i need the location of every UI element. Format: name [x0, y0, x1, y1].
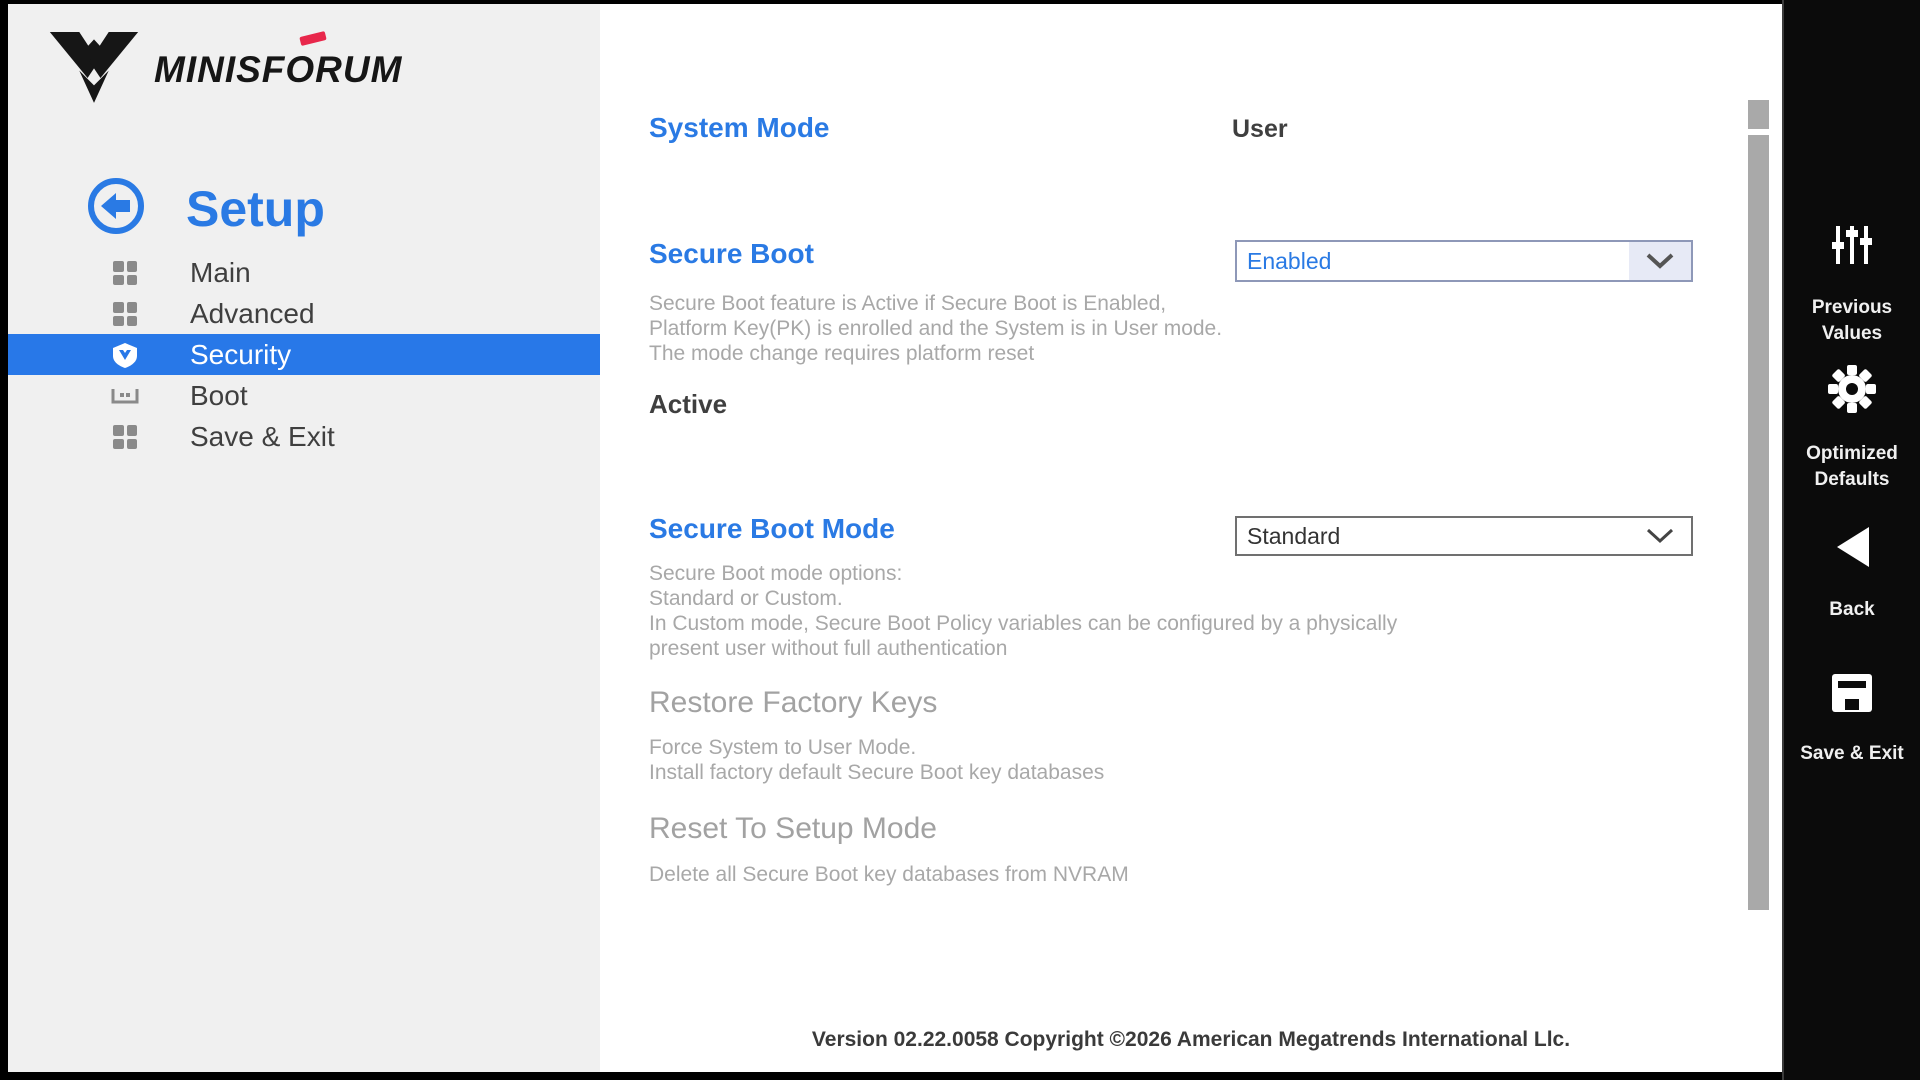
restore-factory-keys-action[interactable]: Restore Factory Keys	[649, 686, 937, 720]
back-triangle-icon	[1829, 524, 1875, 575]
main-panel: System Mode User Secure Boot Enabled Sec…	[600, 4, 1782, 1072]
minisforum-logo-icon	[48, 30, 140, 109]
sidebar: MINISFORUM Setup Main	[8, 4, 600, 1072]
back-button[interactable]: Back	[1784, 524, 1920, 623]
secure-boot-help: Secure Boot feature is Active if Secure …	[649, 291, 1222, 366]
secure-boot-mode-help: Secure Boot mode options: Standard or Cu…	[649, 561, 1397, 661]
grid-icon	[110, 299, 140, 329]
sidebar-menu: Main Advanced Security	[8, 252, 600, 457]
action-bar-label: Save & Exit	[1797, 741, 1907, 767]
sidebar-item-label: Main	[190, 257, 251, 289]
sliders-icon	[1829, 222, 1875, 273]
chevron-down-icon	[1629, 242, 1691, 280]
shield-icon	[110, 340, 140, 370]
action-bar-label: Optimized Defaults	[1797, 441, 1907, 493]
sidebar-item-security[interactable]: Security	[8, 334, 600, 375]
system-mode-label: System Mode	[649, 112, 830, 144]
secure-boot-mode-dropdown[interactable]: Standard	[1235, 516, 1693, 556]
grid-icon	[110, 258, 140, 288]
secure-boot-label: Secure Boot	[649, 238, 814, 270]
secure-boot-mode-dropdown-value: Standard	[1237, 518, 1629, 554]
sidebar-item-label: Boot	[190, 380, 248, 412]
save-floppy-icon	[1830, 672, 1874, 719]
scrollbar-thumb[interactable]	[1748, 100, 1769, 129]
secure-boot-dropdown-value: Enabled	[1237, 242, 1629, 280]
version-footer: Version 02.22.0058 Copyright ©2026 Ameri…	[600, 1028, 1782, 1052]
chevron-down-icon	[1629, 518, 1691, 554]
restore-factory-keys-help: Force System to User Mode. Install facto…	[649, 735, 1104, 785]
setup-title: Setup	[186, 180, 325, 238]
action-bar-label: Back	[1797, 597, 1907, 623]
system-mode-value: User	[1232, 115, 1288, 144]
brand-logo: MINISFORUM	[48, 30, 402, 109]
previous-values-button[interactable]: Previous Values	[1784, 222, 1920, 347]
grid-icon	[110, 422, 140, 452]
scrollbar-track[interactable]	[1748, 135, 1769, 910]
brand-name: MINISFORUM	[154, 49, 402, 91]
sidebar-item-save-exit[interactable]: Save & Exit	[8, 416, 600, 457]
sidebar-item-main[interactable]: Main	[8, 252, 600, 293]
optimized-defaults-button[interactable]: Optimized Defaults	[1784, 364, 1920, 493]
brand-accent-mark	[299, 31, 326, 46]
sidebar-item-boot[interactable]: Boot	[8, 375, 600, 416]
sidebar-item-label: Security	[190, 339, 291, 371]
gear-icon	[1827, 364, 1877, 419]
setup-header: Setup	[86, 176, 325, 241]
sidebar-item-label: Save & Exit	[190, 421, 335, 453]
boot-device-icon	[110, 381, 140, 411]
secure-boot-dropdown[interactable]: Enabled	[1235, 240, 1693, 282]
secure-boot-state: Active	[649, 389, 727, 420]
sidebar-item-label: Advanced	[190, 298, 315, 330]
secure-boot-mode-label: Secure Boot Mode	[649, 513, 895, 545]
save-exit-button[interactable]: Save & Exit	[1784, 672, 1920, 767]
back-circle-icon[interactable]	[86, 176, 146, 241]
sidebar-item-advanced[interactable]: Advanced	[8, 293, 600, 334]
bios-setup-screen: MINISFORUM Setup Main	[0, 0, 1920, 1080]
action-bar: Previous Values	[1782, 0, 1920, 1080]
action-bar-label: Previous Values	[1797, 295, 1907, 347]
reset-to-setup-mode-help: Delete all Secure Boot key databases fro…	[649, 862, 1129, 887]
reset-to-setup-mode-action[interactable]: Reset To Setup Mode	[649, 812, 937, 846]
